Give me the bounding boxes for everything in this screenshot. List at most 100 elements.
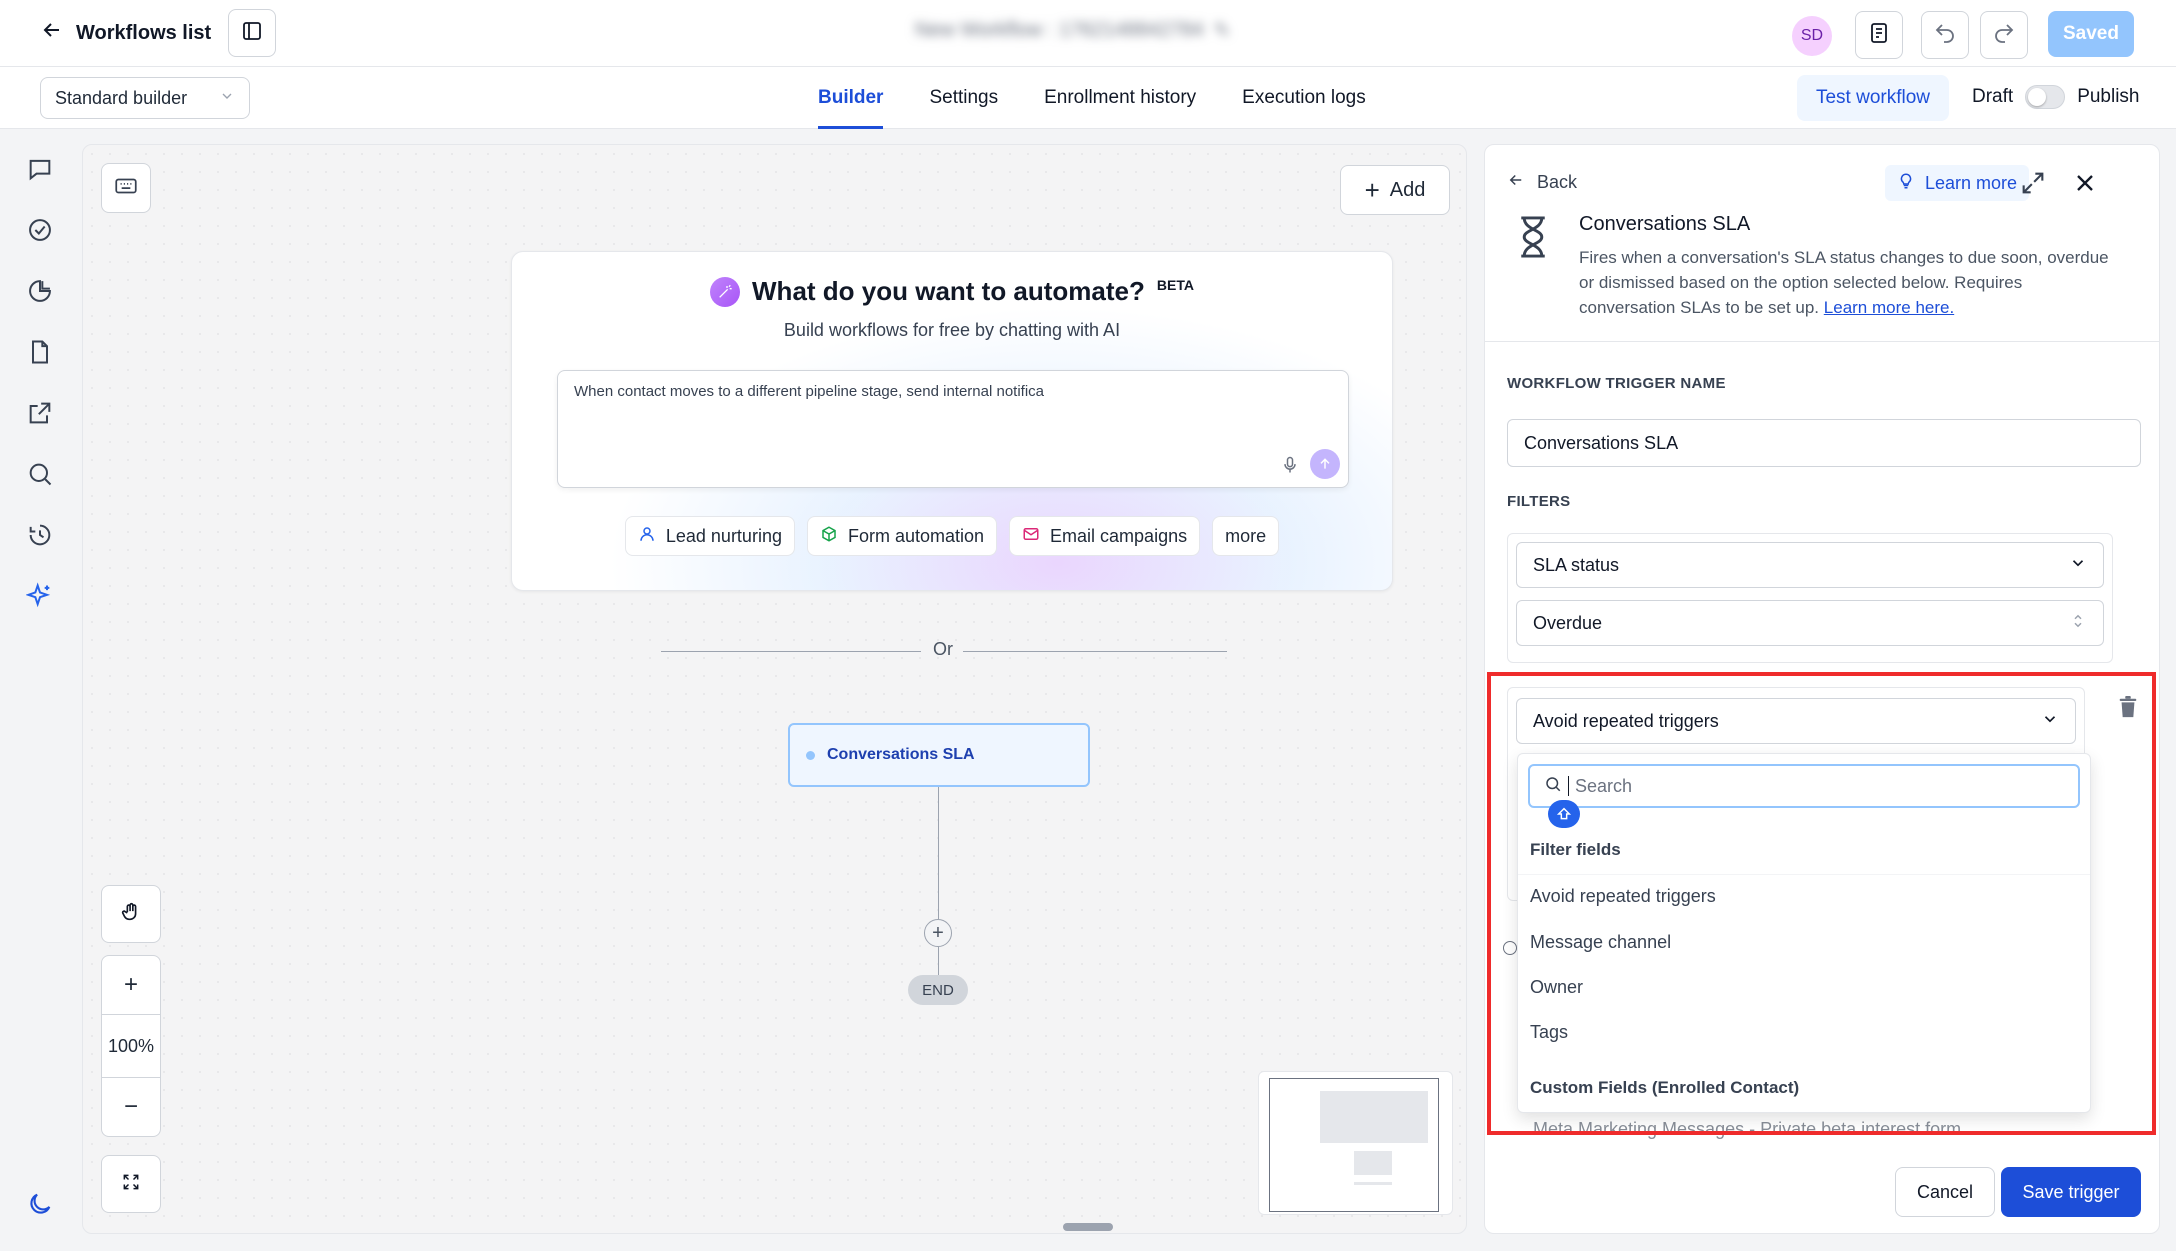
trigger-name-input[interactable]: Conversations SLA: [1507, 419, 2141, 467]
chip-lead-nurturing[interactable]: Lead nurturing: [624, 516, 795, 556]
trigger-node[interactable]: Conversations SLA: [788, 723, 1090, 787]
panel-divider: [1485, 341, 2159, 342]
minimap-viewport: [1269, 1078, 1439, 1212]
save-trigger-button[interactable]: Save trigger: [2001, 1167, 2141, 1217]
publish-toggle-group: Draft Publish: [1972, 85, 2140, 109]
workflow-title[interactable]: New Workflow : 1762148842784 ✎: [915, 18, 1230, 43]
pan-hand-button[interactable]: [101, 885, 161, 943]
tab-execution-logs[interactable]: Execution logs: [1242, 67, 1366, 129]
sparkles-icon[interactable]: [25, 582, 54, 610]
mail-icon: [1022, 525, 1040, 548]
sidebar-panel-icon: [240, 19, 264, 48]
filter-value-select[interactable]: Overdue: [1516, 600, 2104, 646]
ai-title-text: What do you want to automate?: [752, 276, 1145, 306]
tab-enrollment-history[interactable]: Enrollment history: [1044, 67, 1196, 129]
chevron-down-icon: [219, 88, 235, 109]
document-icon: [1867, 21, 1891, 50]
pie-chart-icon[interactable]: [26, 277, 54, 305]
external-link-icon[interactable]: [26, 399, 54, 427]
expand-icon: [121, 1172, 141, 1197]
hourglass-icon: [1515, 215, 1551, 259]
ai-automation-card: What do you want to automate? BETA Build…: [511, 251, 1393, 591]
panel-title: Conversations SLA: [1579, 213, 1751, 235]
highlight-box: [1487, 672, 2156, 1135]
keyboard-shortcuts-button[interactable]: [101, 163, 151, 213]
filter-field-select[interactable]: SLA status: [1516, 542, 2104, 588]
add-label: Add: [1389, 178, 1426, 201]
main-tabs: Builder Settings Enrollment history Exec…: [818, 67, 1366, 129]
hand-icon: [120, 901, 142, 928]
filter-field-value: SLA status: [1533, 554, 1620, 575]
minimap-node: [1354, 1182, 1392, 1185]
fit-view-button[interactable]: [101, 1155, 161, 1213]
plus-icon: +: [123, 971, 138, 998]
learn-more-button[interactable]: Learn more: [1885, 165, 2030, 201]
zoom-in-button[interactable]: +: [101, 955, 161, 1015]
panel-back-button[interactable]: Back: [1507, 171, 1577, 194]
publish-toggle[interactable]: [2025, 85, 2066, 109]
toggle-sidebar-button[interactable]: [228, 9, 276, 57]
history-icon[interactable]: [26, 521, 54, 549]
chip-label: Email campaigns: [1050, 525, 1188, 546]
ai-prompt-text: When contact moves to a different pipeli…: [574, 383, 1045, 400]
avatar[interactable]: SD: [1792, 16, 1832, 56]
notes-button[interactable]: [1855, 11, 1903, 59]
check-circle-icon[interactable]: [26, 216, 54, 244]
chat-icon[interactable]: [26, 155, 54, 183]
pencil-icon: ✎: [1213, 20, 1231, 42]
ai-suggestion-chips: Lead nurturing Form automation Email cam…: [512, 516, 1392, 556]
add-button[interactable]: + Add: [1340, 165, 1450, 215]
ai-card-title: What do you want to automate? BETA: [512, 276, 1392, 307]
chevron-down-icon: [2069, 554, 2087, 577]
builder-mode-select[interactable]: Standard builder: [40, 77, 250, 119]
saved-button[interactable]: Saved: [2048, 11, 2134, 57]
tab-builder[interactable]: Builder: [818, 67, 884, 129]
learn-more-here-link[interactable]: Learn more here.: [1824, 298, 1954, 317]
cube-icon: [820, 525, 838, 548]
chevron-up-down-icon: [2069, 612, 2087, 635]
lightbulb-icon: [1897, 172, 1915, 195]
chip-label: Lead nurturing: [665, 525, 782, 546]
connector-line: [938, 787, 939, 919]
close-icon[interactable]: [2071, 169, 2099, 197]
file-icon[interactable]: [26, 338, 54, 366]
filter-group: SLA status Overdue: [1507, 533, 2113, 663]
test-workflow-button[interactable]: Test workflow: [1797, 75, 1949, 121]
minimap[interactable]: [1258, 1071, 1453, 1215]
zoom-out-button[interactable]: −: [101, 1077, 161, 1137]
chip-form-automation[interactable]: Form automation: [806, 516, 998, 556]
expand-panel-icon[interactable]: [2019, 169, 2047, 197]
moon-icon[interactable]: [26, 1190, 54, 1218]
tab-settings[interactable]: Settings: [929, 67, 998, 129]
learn-more-label: Learn more: [1925, 172, 2018, 193]
arrow-left-icon: [40, 18, 64, 48]
undo-icon: [1933, 21, 1957, 50]
workflow-canvas[interactable]: + Add What do you want to automate? BETA…: [82, 144, 1467, 1234]
sub-bar: Standard builder Builder Settings Enroll…: [0, 67, 2176, 129]
publish-label: Publish: [2077, 86, 2140, 107]
end-node: END: [908, 975, 968, 1005]
send-arrow-icon[interactable]: [1310, 449, 1340, 479]
panel-description: Fires when a conversation's SLA status c…: [1579, 245, 2119, 320]
add-step-button[interactable]: +: [924, 919, 952, 947]
builder-mode-value: Standard builder: [55, 87, 188, 108]
divider-left: [661, 651, 921, 652]
chip-more[interactable]: more: [1212, 516, 1280, 556]
workflows-list-link[interactable]: Workflows list: [40, 18, 211, 48]
filter-value-text: Overdue: [1533, 612, 1603, 633]
redo-button[interactable]: [1980, 11, 2028, 59]
undo-button[interactable]: [1921, 11, 1969, 59]
workflow-title-text: New Workflow : 1762148842784: [915, 19, 1204, 41]
ai-subtitle: Build workflows for free by chatting wit…: [783, 320, 1121, 340]
chip-email-campaigns[interactable]: Email campaigns: [1009, 516, 1201, 556]
canvas-scroll-handle[interactable]: [1063, 1223, 1113, 1231]
cancel-button[interactable]: Cancel: [1895, 1167, 1995, 1217]
draft-label: Draft: [1972, 86, 2014, 107]
microphone-icon[interactable]: [1280, 455, 1300, 475]
ai-prompt-input[interactable]: When contact moves to a different pipeli…: [557, 370, 1349, 488]
search-icon[interactable]: [26, 460, 54, 488]
user-icon: [638, 525, 656, 548]
redo-icon: [1992, 21, 2016, 50]
chip-label: Form automation: [847, 525, 985, 546]
zoom-level: 100%: [101, 1014, 161, 1078]
